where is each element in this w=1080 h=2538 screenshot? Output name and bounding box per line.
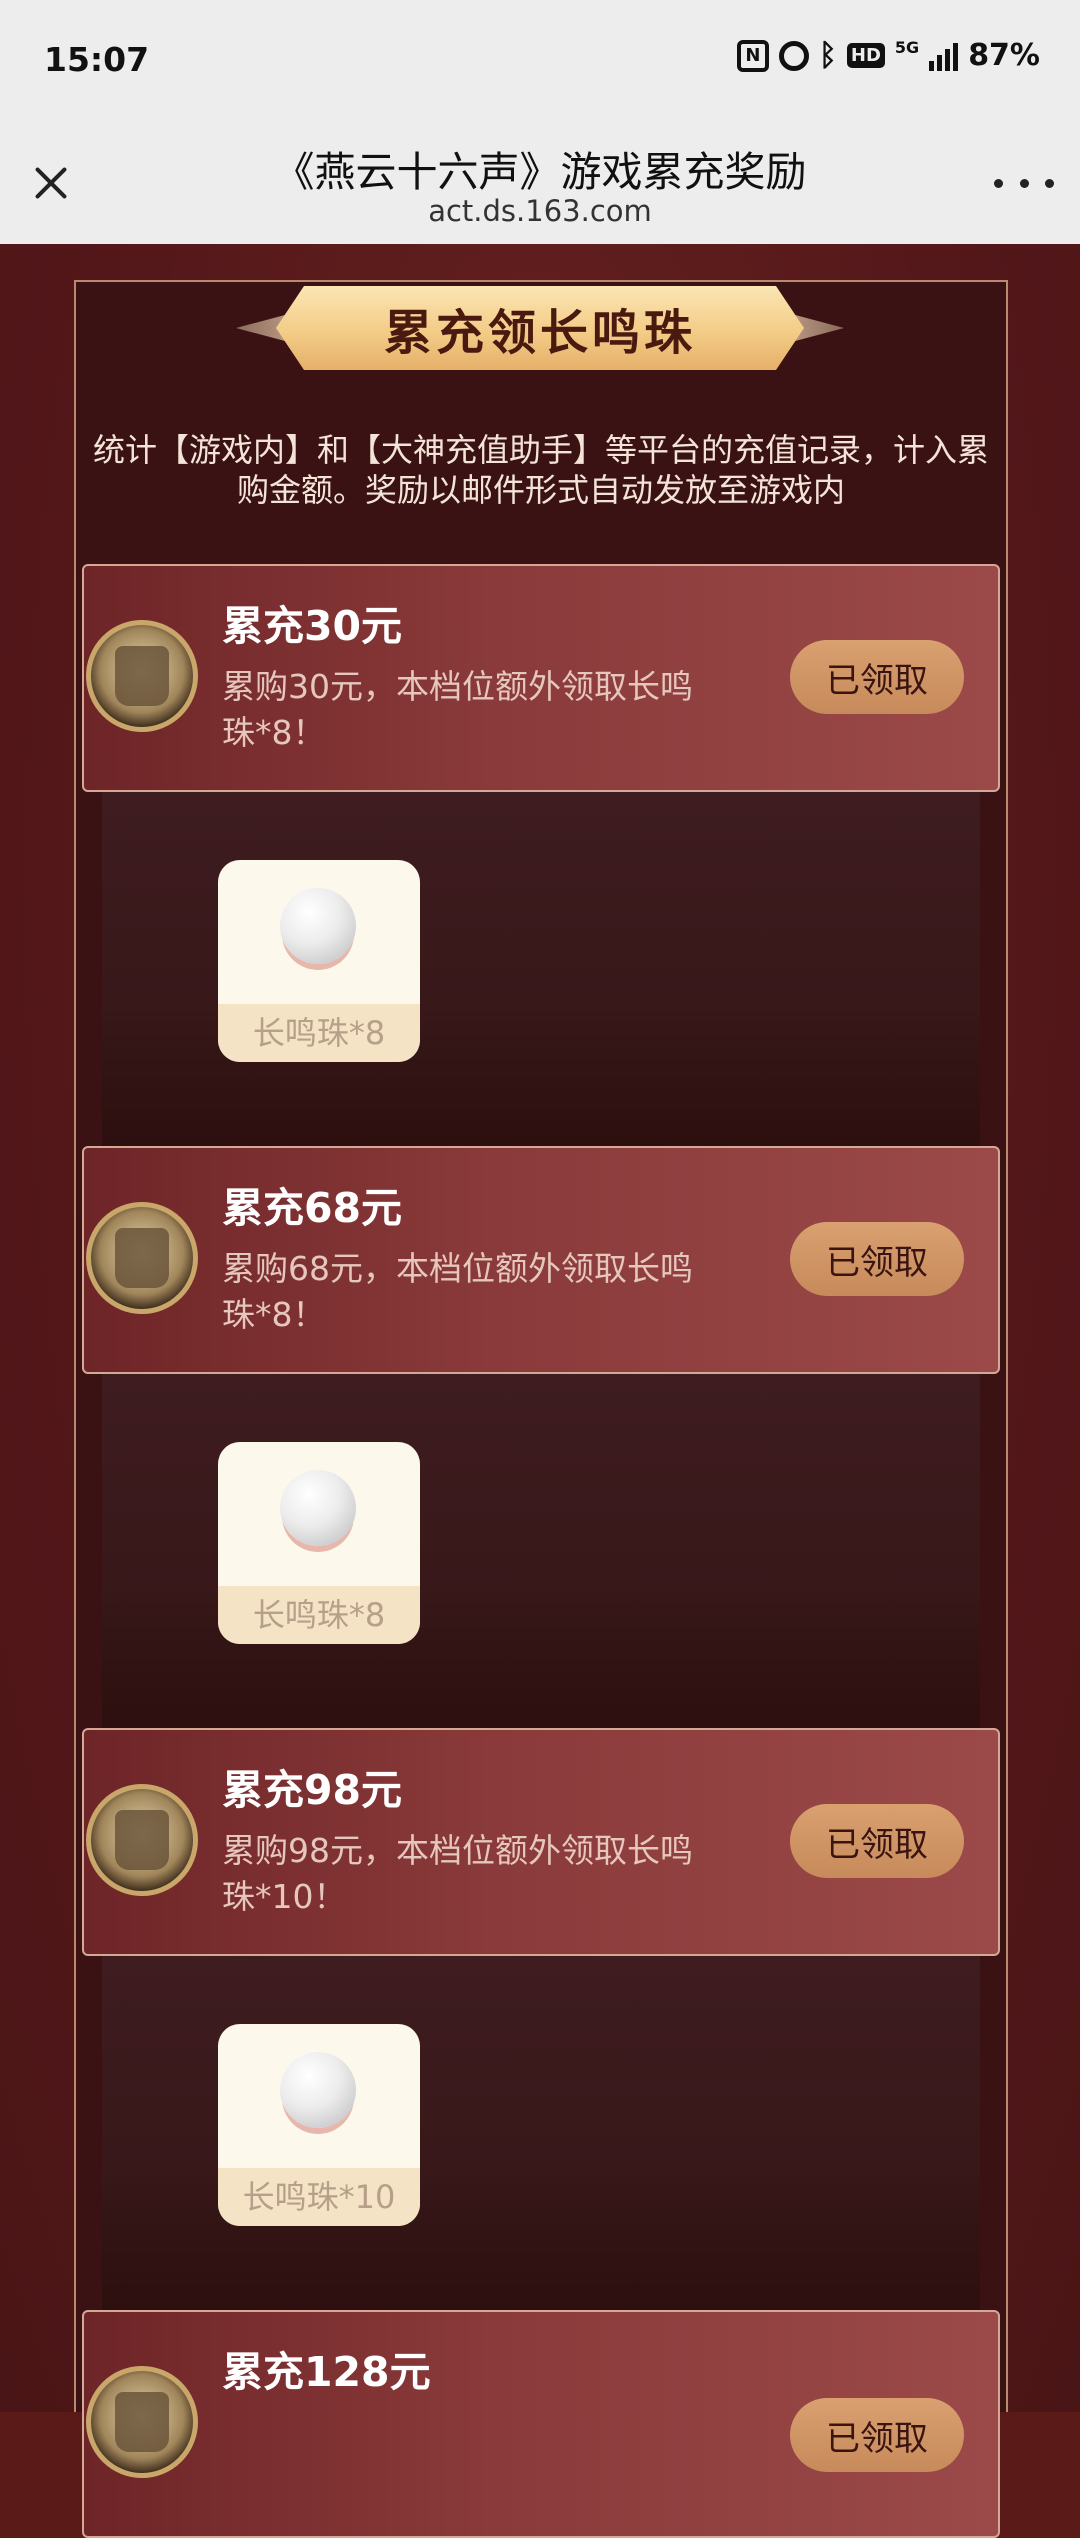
reward-label: 长鸣珠*8 (218, 1004, 420, 1062)
bluetooth-icon: ᛒ (818, 38, 837, 73)
tier-description: 累购68元，本档位额外领取长鸣珠*8！ (222, 1249, 693, 1334)
claimed-button[interactable]: 已领取 (790, 640, 964, 714)
tier-title: 累充98元 (222, 1766, 403, 1814)
tier-description: 累购98元，本档位额外领取长鸣珠*10！ (222, 1831, 693, 1916)
nfc-icon: N (736, 39, 769, 72)
claimed-button[interactable]: 已领取 (790, 1222, 964, 1296)
alarm-icon (778, 40, 809, 71)
page-url: act.ds.163.com (428, 194, 652, 228)
tier-medal-icon (86, 1784, 198, 1896)
section-banner: 累充领长鸣珠 (236, 286, 844, 370)
claimed-button[interactable]: 已领取 (790, 2398, 964, 2472)
reward-card[interactable]: 长鸣珠*10 (218, 2024, 420, 2226)
pearl-icon (280, 888, 356, 964)
network-label: 5G (894, 38, 920, 57)
tier-medal-icon (86, 1202, 198, 1314)
more-options-button[interactable] (994, 168, 1054, 198)
reward-label: 长鸣珠*10 (218, 2168, 420, 2226)
banner-title: 累充领长鸣珠 (276, 286, 804, 370)
tier-title: 累充128元 (222, 2348, 431, 2396)
reward-card[interactable]: 长鸣珠*8 (218, 1442, 420, 1644)
reward-card[interactable]: 长鸣珠*8 (218, 860, 420, 1062)
hd-icon: HD (846, 43, 885, 68)
page-title: 《燕云十六声》游戏累充奖励 (273, 148, 807, 196)
pearl-icon (280, 1470, 356, 1546)
pearl-icon (280, 2052, 356, 2128)
tier-description: 累购30元，本档位额外领取长鸣珠*8！ (222, 667, 693, 752)
status-bar: 15:07 N ᛒ HD 5G 87% (0, 0, 1080, 120)
title-bar: 《燕云十六声》游戏累充奖励 act.ds.163.com (0, 120, 1080, 244)
claimed-button[interactable]: 已领取 (790, 1804, 964, 1878)
status-icons: N ᛒ HD 5G 87% (736, 38, 1040, 73)
tier-title: 累充68元 (222, 1184, 403, 1232)
status-time: 15:07 (44, 40, 150, 79)
tier-medal-icon (86, 2366, 198, 2478)
battery-label: 87% (968, 38, 1040, 73)
signal-icon (929, 41, 959, 71)
reward-label: 长鸣珠*8 (218, 1586, 420, 1644)
event-description: 统计【游戏内】和【大神充值助手】等平台的充值记录，计入累购金额。奖励以邮件形式自… (92, 431, 989, 509)
tier-medal-icon (86, 620, 198, 732)
tier-title: 累充30元 (222, 602, 403, 650)
